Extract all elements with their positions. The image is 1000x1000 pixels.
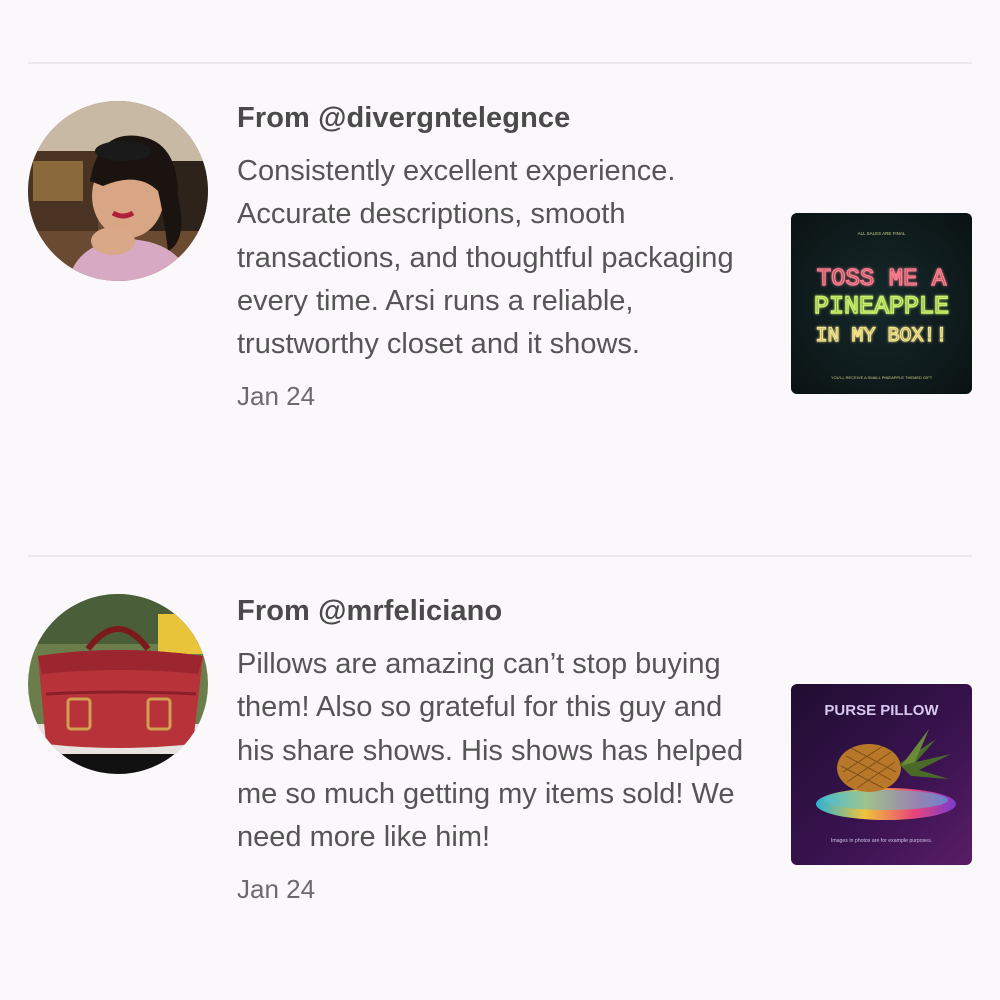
review-content: From @divergntelegnce Consistently excel…	[237, 100, 757, 412]
thumb-top-text: ALL SALES ARE FINAL	[858, 231, 906, 236]
review-date: Jan 24	[237, 874, 316, 905]
author-handle-link[interactable]: @divergntelegnce	[318, 102, 570, 134]
thumb-line3: IN MY BOX!!	[815, 325, 947, 348]
review-author: From @mrfeliciano	[237, 593, 757, 629]
listing-thumbnail[interactable]: ALL SALES ARE FINAL TOSS ME A PINEAPPLE …	[791, 213, 972, 394]
divider	[28, 555, 972, 557]
review-text: Pillows are amazing can’t stop buying th…	[237, 648, 744, 854]
review-author: From @divergntelegnce	[237, 100, 757, 136]
thumb-bottom-text: YOU'LL RECEIVE A SMALL PINEAPPLE THEMED …	[831, 375, 933, 380]
reviews-list: From @divergntelegnce Consistently excel…	[0, 0, 1000, 1000]
avatar-photo	[28, 594, 208, 774]
thumb-caption: Images in photos are for example purpose…	[831, 838, 932, 844]
avatar-photo	[28, 101, 208, 281]
from-label: From	[237, 102, 319, 134]
thumb-title: PURSE PILLOW	[824, 702, 939, 719]
thumb-line2: PINEAPPLE	[814, 292, 949, 321]
listing-thumbnail[interactable]: PURSE PILLOW Images in photos are for ex…	[791, 684, 972, 865]
thumbnail-image: PURSE PILLOW Images in photos are for ex…	[791, 684, 972, 865]
author-handle-link[interactable]: @mrfeliciano	[318, 595, 502, 627]
thumbnail-image: ALL SALES ARE FINAL TOSS ME A PINEAPPLE …	[791, 213, 972, 394]
review-content: From @mrfeliciano Pillows are amazing ca…	[237, 593, 757, 905]
reviewer-avatar[interactable]	[28, 594, 208, 774]
from-label: From	[237, 595, 319, 627]
reviewer-avatar[interactable]	[28, 101, 208, 281]
review-text: Consistently excellent experience. Accur…	[237, 155, 734, 361]
thumb-line1: TOSS ME A	[817, 266, 947, 293]
review-date: Jan 24	[237, 381, 316, 412]
divider	[28, 62, 972, 64]
